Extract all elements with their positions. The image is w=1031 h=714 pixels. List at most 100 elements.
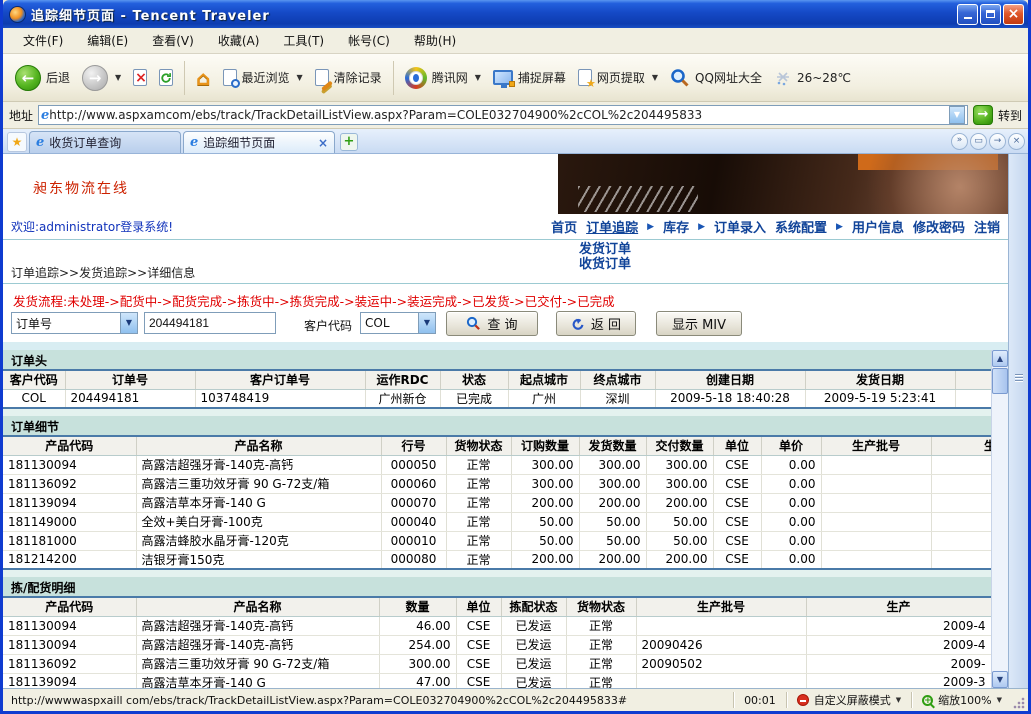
maximize-button[interactable] [980,4,1001,25]
nav-item[interactable]: 用户信息 [852,217,904,236]
status-bar: http://wwwwaspxaill com/ebs/track/TrackD… [3,688,1028,711]
menu-item[interactable]: 查看(V) [140,28,206,53]
nav-item[interactable]: 库存 [663,217,689,236]
column-header: 交付数量 [646,436,713,455]
table-cell: 20090502 [636,654,806,673]
tab-receipt-order-query[interactable]: e 收货订单查询 [29,131,181,153]
table-cell: 正常 [446,512,511,531]
nav-item[interactable]: 修改密码 [913,217,965,236]
table-cell: 300.00 [579,474,646,493]
block-shield-icon [797,694,809,706]
nav-item[interactable]: 系统配置 [775,217,827,236]
table-row: 181139094高露洁草本牙膏-140 G000070正常200.00200.… [3,493,991,512]
table-cell: 50.00 [579,512,646,531]
stop-button[interactable]: × [127,65,153,90]
order-type-select[interactable]: 订单号 ▼ [11,312,138,334]
expand-button[interactable]: → [989,133,1006,150]
close-button[interactable]: × [1003,4,1024,25]
return-button[interactable]: 返 回 [556,311,636,336]
block-mode-dropdown-icon[interactable]: ▼ [896,696,901,704]
splitter-grip[interactable] [1015,374,1023,381]
table-cell: CSE [713,493,761,512]
zoom-dropdown-icon[interactable]: ▼ [997,696,1002,704]
nav-item[interactable]: 注销 [974,217,1000,236]
screen-capture-label: 捕捉屏幕 [518,69,566,86]
table-cell: 正常 [566,654,636,673]
order-type-value: 订单号 [12,315,120,332]
tencent-dropdown-icon[interactable]: ▼ [475,73,481,82]
side-panel-strip[interactable] [1008,154,1028,688]
table-cell: 000080 [381,550,446,569]
go-button[interactable]: → [973,105,993,125]
menu-item[interactable]: 工具(T) [271,28,336,53]
menu-item[interactable]: 文件(F) [11,28,75,53]
resize-grip[interactable] [1012,696,1026,710]
menu-item[interactable]: 帐号(C) [336,28,402,53]
query-button[interactable]: 查 询 [446,311,538,336]
tencent-site-button[interactable]: 腾讯网 ▼ [399,63,487,93]
table-cell: 高露洁三重功效牙膏 90 G-72支/箱 [136,474,381,493]
back-button[interactable]: ← 后退 [9,61,76,95]
weather-widget[interactable]: 26~28℃ [768,65,857,91]
screen-capture-button[interactable]: 捕捉屏幕 [487,65,572,90]
customer-code-select[interactable]: COL ▼ [360,312,436,334]
home-button[interactable]: ⌂ [190,62,216,94]
qq-sites-button[interactable]: QQ网址大全 [664,64,768,92]
scrollbar-thumb[interactable] [992,368,1008,394]
table-cell: 0.00 [761,455,821,474]
tab-label: 收货订单查询 [49,134,174,151]
zoom-control[interactable]: + 缩放100% ▼ [912,692,1012,708]
panel-button[interactable]: ▭ [970,133,987,150]
recent-dropdown-icon[interactable]: ▼ [297,73,303,82]
nav-item[interactable]: 订单追踪 [586,217,638,236]
scroll-up-button[interactable]: ▲ [992,350,1008,367]
table-cell: 正常 [566,616,636,635]
nav-item[interactable]: 首页 [551,217,577,236]
menu-item[interactable]: 收藏(A) [206,28,272,53]
nav-dropdown-item-receive-order[interactable]: 收货订单 [579,257,631,272]
block-mode-control[interactable]: 自定义屏蔽模式 ▼ [787,692,911,708]
order-number-input[interactable] [144,312,276,334]
collapse-chevron-button[interactable]: » [951,133,968,150]
new-tab-button[interactable]: + [340,133,358,151]
forward-dropdown-icon[interactable]: ▼ [115,73,121,82]
table-cell: 高露洁草本牙膏-140 G [136,673,379,688]
extract-dropdown-icon[interactable]: ▼ [652,73,658,82]
table-cell [931,531,991,550]
clear-history-button[interactable]: 清除记录 [309,65,388,90]
table-cell: 200.00 [646,493,713,512]
menu-item[interactable]: 帮助(H) [402,28,468,53]
tables-scroll-region: 订单头客户代码订单号客户订单号运作RDC状态起点城市终点城市创建日期发货日期交付… [3,350,991,688]
table-cell: 204494181 [65,389,195,408]
tab-close-icon[interactable]: × [318,136,328,150]
address-dropdown-button[interactable]: ▼ [949,106,965,124]
show-miv-button[interactable]: 显示 MIV [656,311,742,336]
toolbar-separator [184,61,185,95]
table-cell: CSE [456,673,501,688]
go-label: 转到 [998,107,1022,124]
recent-history-button[interactable]: 最近浏览 ▼ [217,65,309,90]
table-cell: 47.00 [379,673,456,688]
table-row: 181130094高露洁超强牙膏-140克-高钙46.00CSE已发运正常200… [3,616,991,635]
table-cell: CSE [713,512,761,531]
tab-track-detail-active[interactable]: e 追踪细节页面 × [183,131,335,153]
refresh-button[interactable] [153,65,179,90]
table-cell: 20090426 [636,635,806,654]
close-panel-button[interactable]: × [1008,133,1025,150]
welcome-nav-row: 欢迎:administrator登录系统! 首页订单追踪▶库存▶订单录入系统配置… [3,214,1008,240]
content-scrollbar[interactable]: ▲ ▼ [991,350,1008,688]
breadcrumb-row: 订单追踪>>发货追踪>>详细信息 发货订单 收货订单 [3,240,1008,284]
address-input[interactable]: e http://www.aspxamcom/ebs/track/TrackDe… [38,105,968,125]
nav-dropdown-item-ship-order[interactable]: 发货订单 [579,242,631,257]
table-cell [931,493,991,512]
scroll-down-button[interactable]: ▼ [992,671,1008,688]
favorites-star-button[interactable]: ★ [7,132,27,152]
forward-button[interactable]: → ▼ [76,61,127,95]
home-icon: ⌂ [196,66,210,90]
table-cell: 正常 [566,635,636,654]
minimize-button[interactable] [957,4,978,25]
table-cell: 正常 [446,550,511,569]
menu-item[interactable]: 编辑(E) [75,28,140,53]
page-extract-button[interactable]: ★ 网页提取 ▼ [572,65,664,90]
nav-item[interactable]: 订单录入 [714,217,766,236]
